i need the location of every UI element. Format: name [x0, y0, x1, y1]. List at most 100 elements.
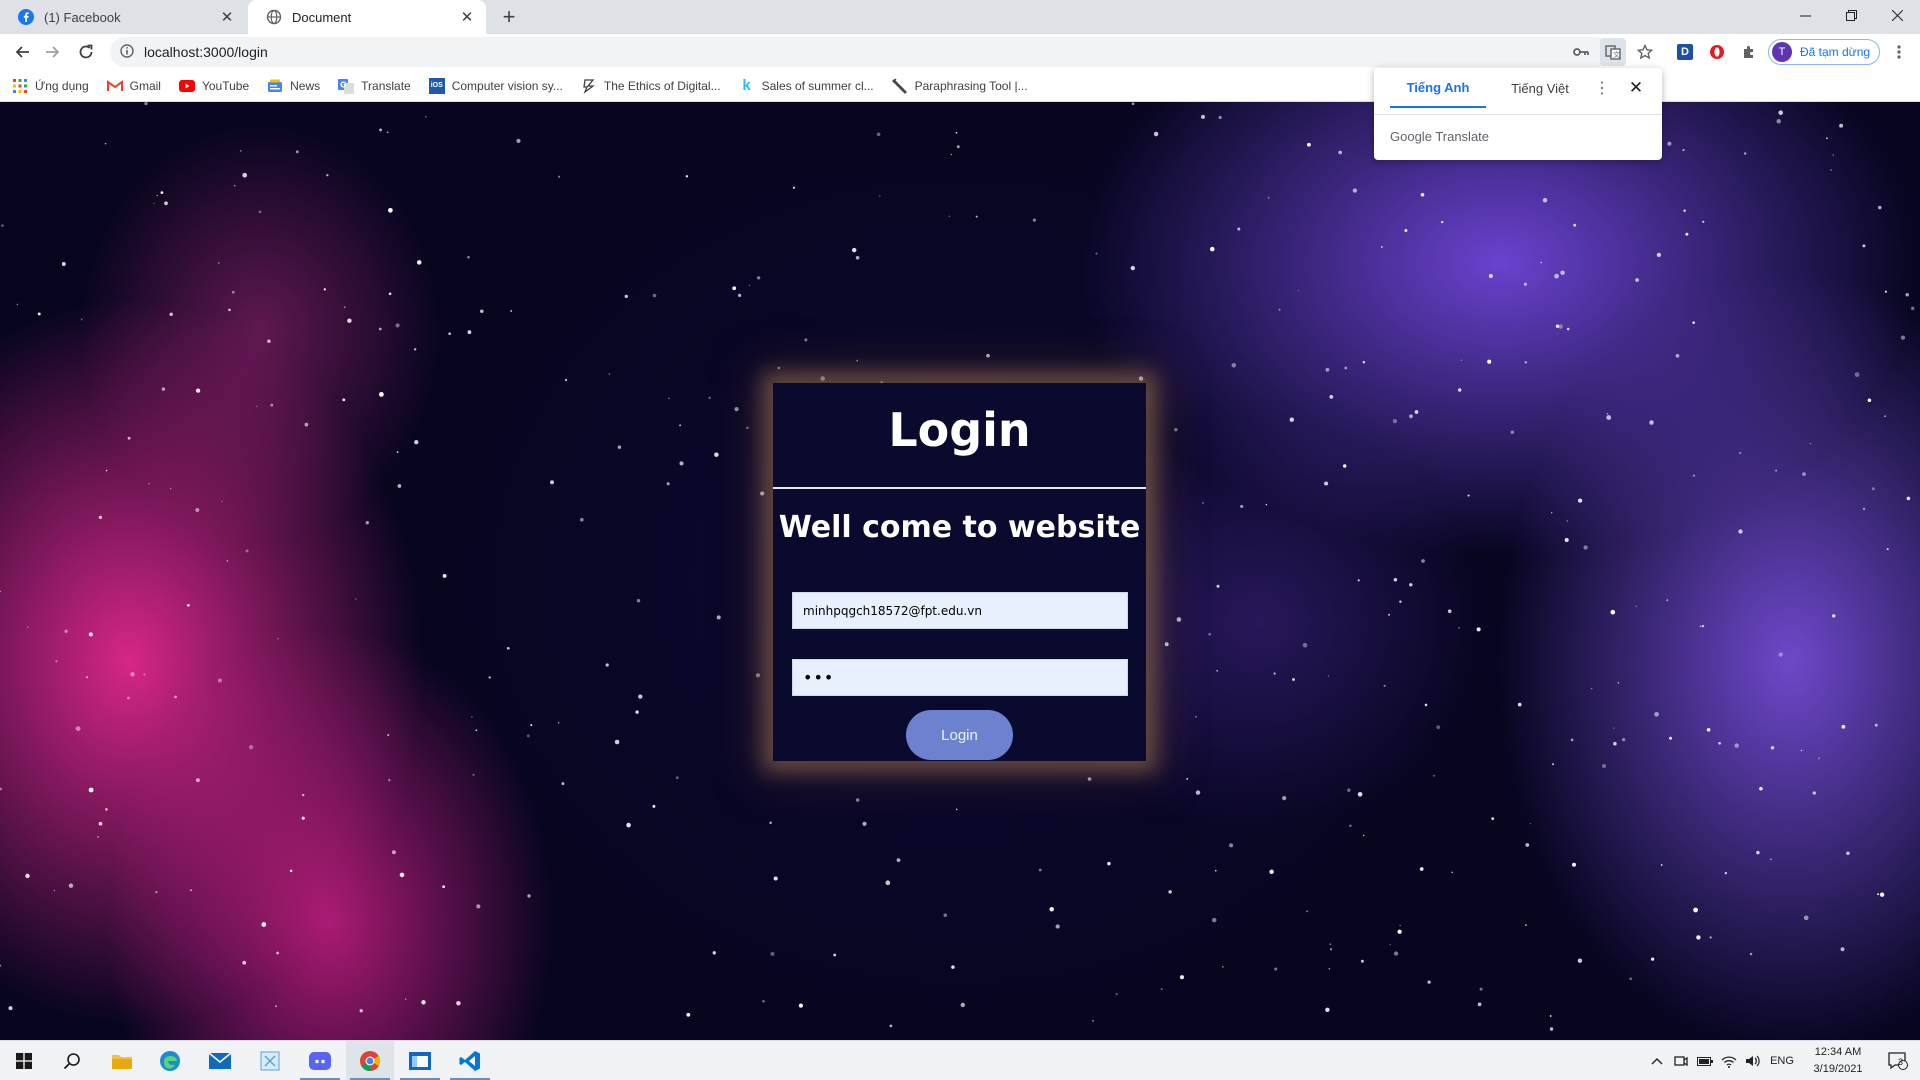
meet-now-icon[interactable]: [1670, 1041, 1692, 1080]
bookmark-paraphrasing[interactable]: Paraphrasing Tool |...: [891, 78, 1028, 94]
more-options-icon[interactable]: ⋮: [1592, 78, 1612, 98]
tab-document[interactable]: Document ✕: [248, 0, 486, 34]
star: [1421, 559, 1425, 563]
star: [1399, 924, 1401, 927]
star: [1867, 398, 1872, 402]
star: [1397, 929, 1402, 934]
profile-button[interactable]: T Đã tạm dừng: [1768, 39, 1880, 65]
star: [1606, 415, 1612, 420]
chevron-up-icon[interactable]: [1646, 1041, 1668, 1080]
input-language[interactable]: ENG: [1766, 1041, 1798, 1080]
translate-page-icon[interactable]: 文: [1600, 38, 1626, 66]
edge-icon[interactable]: [146, 1041, 194, 1080]
close-tab-icon[interactable]: ✕: [218, 8, 236, 26]
tab-facebook[interactable]: (1) Facebook ✕: [0, 0, 246, 34]
star: [1525, 843, 1530, 847]
bookmark-star-icon[interactable]: [1632, 38, 1658, 66]
bookmark-computer-vision[interactable]: iOS Computer vision sy...: [428, 77, 563, 94]
notification-center-icon[interactable]: 3: [1880, 1041, 1916, 1080]
opera-extension-icon[interactable]: [1704, 38, 1730, 66]
star: [1551, 512, 1553, 514]
kebab-menu-icon[interactable]: [1886, 38, 1912, 66]
star: [1160, 988, 1163, 991]
star: [61, 262, 66, 266]
star: [1709, 936, 1712, 939]
star: [0, 787, 2, 791]
extension-d-icon[interactable]: D: [1672, 38, 1698, 66]
star: [1841, 724, 1846, 729]
star: [1878, 205, 1882, 210]
star: [302, 793, 305, 797]
tab-target-language[interactable]: Tiếng Việt: [1492, 68, 1588, 108]
minimize-icon[interactable]: [1782, 0, 1828, 30]
app-window-icon[interactable]: [396, 1041, 444, 1080]
restore-icon[interactable]: [1828, 0, 1874, 30]
password-field[interactable]: •••: [792, 659, 1128, 696]
bookmark-ethics[interactable]: The Ethics of Digital...: [581, 78, 721, 94]
star: [1292, 678, 1295, 681]
star: [1738, 529, 1743, 534]
search-icon[interactable]: [48, 1041, 96, 1080]
star: [1393, 951, 1399, 956]
discord-icon[interactable]: [296, 1041, 344, 1080]
svg-text:文: 文: [1613, 50, 1620, 59]
site-info-icon[interactable]: [120, 43, 134, 61]
email-field[interactable]: minhpqgch18572@fpt.edu.vn: [792, 592, 1128, 629]
star: [1884, 290, 1887, 293]
windows-start-icon[interactable]: [0, 1041, 48, 1080]
star: [1650, 957, 1655, 961]
login-button[interactable]: Login: [906, 710, 1013, 760]
wifi-icon[interactable]: [1718, 1041, 1740, 1080]
star: [1168, 890, 1172, 894]
star: [975, 215, 978, 218]
star: [1682, 149, 1685, 152]
new-tab-button[interactable]: +: [496, 5, 522, 31]
star: [1525, 924, 1527, 926]
bookmark-gmail[interactable]: Gmail: [106, 78, 161, 94]
bookmark-news[interactable]: News: [267, 78, 320, 94]
address-bar[interactable]: localhost:3000/login: [110, 37, 1610, 67]
bookmark-youtube[interactable]: YouTube: [178, 78, 249, 94]
star: [1862, 507, 1866, 511]
system-clock[interactable]: 12:34 AM 3/19/2021: [1800, 1044, 1876, 1078]
bookmark-label: Gmail: [129, 78, 161, 93]
star: [342, 398, 346, 402]
close-icon[interactable]: ✕: [1626, 78, 1646, 98]
vscode-icon[interactable]: [446, 1041, 494, 1080]
bookmark-apps[interactable]: Ứng dụng: [12, 78, 89, 94]
bookmark-translate[interactable]: G Translate: [338, 78, 411, 94]
svg-text:G: G: [340, 80, 347, 89]
star: [579, 517, 584, 522]
volume-icon[interactable]: [1742, 1041, 1764, 1080]
chrome-icon[interactable]: [346, 1041, 394, 1080]
star: [1458, 627, 1460, 629]
star: [386, 131, 389, 134]
star: [1186, 778, 1189, 780]
reload-icon[interactable]: [72, 38, 100, 66]
star: [395, 323, 400, 328]
forward-icon[interactable]: [39, 38, 67, 66]
star: [896, 858, 901, 863]
mail-icon[interactable]: [196, 1041, 244, 1080]
star: [98, 821, 103, 826]
battery-icon[interactable]: [1694, 1041, 1716, 1080]
star: [1573, 223, 1577, 227]
email-value: minhpqgch18572@fpt.edu.vn: [803, 603, 982, 618]
star: [365, 521, 369, 525]
key-icon[interactable]: [1568, 38, 1594, 66]
back-icon[interactable]: [8, 38, 36, 66]
tab-source-language[interactable]: Tiếng Anh: [1390, 68, 1486, 108]
bookmark-sales[interactable]: k Sales of summer cl...: [739, 77, 873, 94]
star: [242, 172, 248, 178]
password-mask: •••: [803, 668, 835, 687]
close-tab-icon[interactable]: ✕: [458, 8, 476, 26]
star: [480, 309, 484, 313]
star: [1460, 359, 1463, 361]
star: [1216, 669, 1218, 672]
star: [679, 424, 682, 427]
file-explorer-icon[interactable]: [98, 1041, 146, 1080]
extensions-puzzle-icon[interactable]: [1736, 38, 1762, 66]
close-window-icon[interactable]: [1874, 0, 1920, 30]
star: [760, 491, 765, 496]
snipping-tool-icon[interactable]: [246, 1041, 294, 1080]
